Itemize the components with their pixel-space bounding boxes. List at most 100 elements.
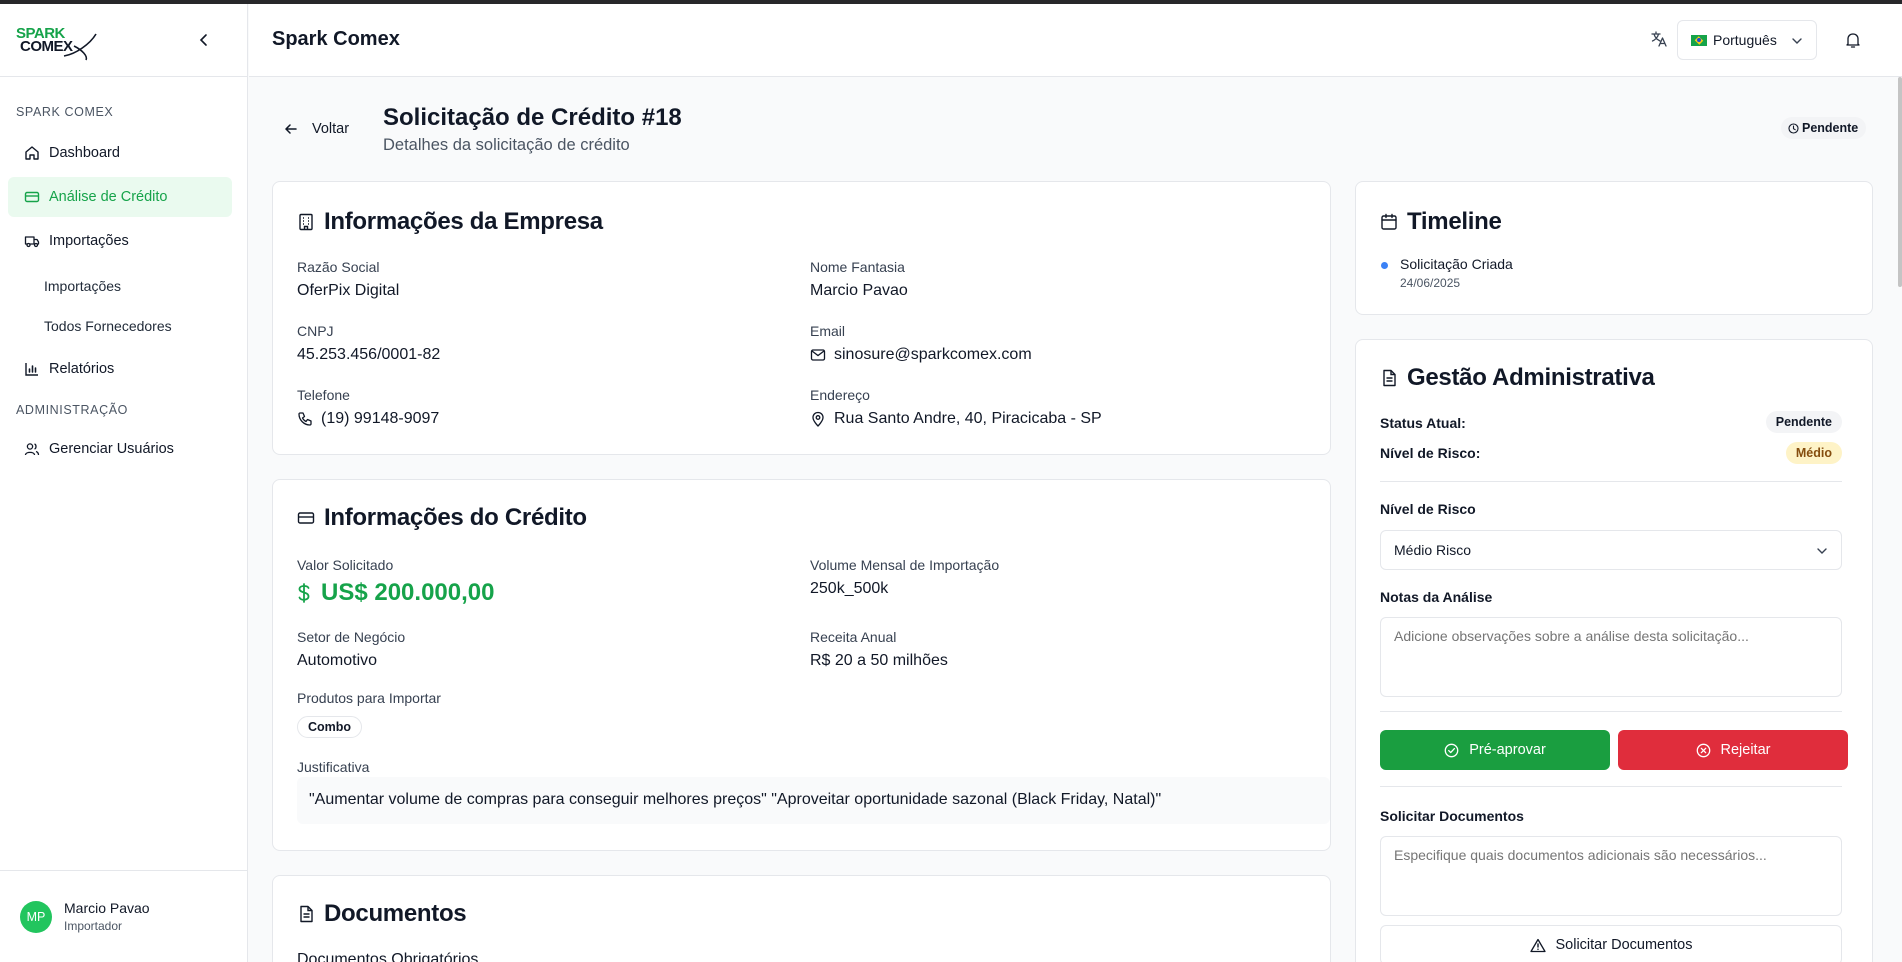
chevron-down-icon — [1817, 548, 1827, 554]
setor-label: Setor de Negócio — [297, 629, 406, 645]
sidebar-item-dashboard[interactable]: Dashboard — [8, 133, 232, 173]
admin-card: Gestão Administrativa Status Atual: Pend… — [1355, 339, 1873, 962]
building-icon — [299, 213, 313, 231]
app-title: Spark Comex — [272, 28, 400, 50]
sidebar-item-label: Importações — [49, 233, 129, 249]
page-title: Solicitação de Crédito #18 — [383, 104, 682, 131]
phone-icon — [298, 412, 312, 426]
sidebar-item-label: Gerenciar Usuários — [49, 441, 174, 457]
translate-icon — [1651, 31, 1667, 47]
request-docs-label: Solicitar Documentos — [1380, 808, 1524, 824]
sidebar-subitem-suppliers[interactable]: Todos Fornecedores — [44, 318, 172, 334]
map-pin-icon — [812, 411, 824, 427]
sidebar-item-label: Análise de Crédito — [49, 189, 168, 205]
clock-icon — [1788, 122, 1799, 134]
timeline-event-date: 24/06/2025 — [1400, 276, 1461, 290]
documents-subtitle: Documentos Obrigatórios — [297, 951, 479, 962]
brazil-flag-icon — [1691, 34, 1707, 46]
volume-mensal-label: Volume Mensal de Importação — [810, 557, 1000, 573]
razao-social-value: OferPix Digital — [297, 282, 400, 299]
sidebar-user-panel[interactable]: MP Marcio Pavao Importador — [0, 870, 247, 962]
risk-level-select[interactable]: Médio Risco — [1380, 530, 1842, 570]
sidebar: SPARK COMEX SPARK COMEX Dashboard Anális… — [0, 4, 248, 962]
current-status-badge: Pendente — [1765, 411, 1842, 433]
credit-card-icon — [297, 512, 315, 524]
credit-card-icon — [24, 189, 40, 205]
arrow-left-icon — [285, 124, 297, 134]
company-info-title: Informações da Empresa — [297, 208, 603, 236]
receita-value: R$ 20 a 50 milhões — [810, 652, 948, 669]
request-docs-button[interactable]: Solicitar Documentos — [1380, 925, 1842, 962]
nome-fantasia-value: Marcio Pavao — [810, 282, 908, 299]
page-scrollbar[interactable] — [1898, 77, 1902, 287]
documents-title: Documentos — [297, 900, 467, 928]
sidebar-subitem-imports[interactable]: Importações — [44, 278, 121, 294]
sidebar-item-reports[interactable]: Relatórios — [8, 349, 232, 389]
sidebar-section-admin: ADMINISTRAÇÃO — [16, 403, 128, 417]
risk-level-label: Nível de Risco: — [1380, 445, 1481, 461]
volume-mensal-value: 250k_500k — [810, 580, 889, 597]
sidebar-item-manage-users[interactable]: Gerenciar Usuários — [8, 429, 232, 469]
credit-info-card: Informações do Crédito Valor Solicitado … — [272, 479, 1331, 851]
check-circle-icon — [1444, 743, 1459, 757]
sidebar-header: SPARK COMEX — [0, 4, 247, 77]
divider — [1380, 711, 1842, 712]
company-info-card: Informações da Empresa Razão Social Ofer… — [272, 181, 1331, 455]
telefone-value: (19) 99148-9097 — [297, 410, 439, 428]
email-value: sinosure@sparkcomex.com — [810, 346, 1032, 364]
file-text-icon — [1383, 369, 1396, 387]
truck-icon — [24, 233, 40, 249]
justificativa-label: Justificativa — [297, 759, 370, 775]
bar-chart-icon — [24, 361, 40, 377]
language-select[interactable]: Português — [1677, 20, 1817, 60]
dollar-sign-icon — [298, 583, 310, 603]
x-circle-icon — [1696, 743, 1710, 757]
back-button[interactable]: Voltar — [284, 116, 349, 142]
divider — [1380, 481, 1842, 482]
calendar-icon — [1381, 213, 1397, 230]
sidebar-item-label: Dashboard — [49, 145, 120, 161]
status-badge: Pendente — [1781, 117, 1867, 139]
users-icon — [24, 441, 40, 457]
spark-comex-logo[interactable]: SPARK COMEX — [16, 26, 98, 62]
telefone-label: Telefone — [297, 387, 350, 403]
language-value: Português — [1713, 32, 1777, 48]
file-text-icon — [300, 905, 313, 923]
notes-label: Notas da Análise — [1380, 589, 1493, 605]
timeline-event-label: Solicitação Criada — [1400, 256, 1513, 272]
sidebar-item-label: Relatórios — [49, 361, 115, 377]
setor-value: Automotivo — [297, 652, 378, 669]
notes-textarea[interactable] — [1380, 617, 1842, 697]
divider — [1380, 786, 1842, 787]
sidebar-item-imports[interactable]: Importações — [8, 221, 232, 261]
valor-solicitado-label: Valor Solicitado — [297, 557, 394, 573]
pre-approve-button[interactable]: Pré-aprovar — [1380, 730, 1610, 770]
product-tag: Combo — [297, 716, 363, 738]
credit-info-title: Informações do Crédito — [297, 504, 587, 532]
risk-select-label: Nível de Risco — [1380, 501, 1476, 517]
nome-fantasia-label: Nome Fantasia — [810, 259, 905, 275]
avatar: MP — [20, 901, 52, 933]
request-docs-textarea[interactable] — [1380, 836, 1842, 916]
cnpj-label: CNPJ — [297, 323, 334, 339]
logo-swoosh-icon — [63, 33, 97, 61]
mail-icon — [810, 349, 826, 361]
produtos-label: Produtos para Importar — [297, 690, 441, 706]
page-subtitle: Detalhes da solicitação de crédito — [383, 136, 630, 154]
cnpj-value: 45.253.456/0001-82 — [297, 346, 441, 363]
user-role: Importador — [64, 919, 123, 933]
endereco-label: Endereço — [810, 387, 870, 403]
home-icon — [24, 145, 40, 161]
reject-button[interactable]: Rejeitar — [1618, 730, 1848, 770]
back-label: Voltar — [312, 121, 350, 137]
collapse-sidebar-icon[interactable] — [194, 30, 214, 50]
risk-level-badge: Médio — [1785, 442, 1842, 464]
chevron-down-icon — [1792, 38, 1802, 44]
receita-label: Receita Anual — [810, 629, 897, 645]
bell-icon[interactable] — [1844, 31, 1862, 49]
razao-social-label: Razão Social — [297, 259, 380, 275]
sidebar-item-credit-analysis[interactable]: Análise de Crédito — [8, 177, 232, 217]
timeline-card: Timeline Solicitação Criada 24/06/2025 — [1355, 181, 1873, 315]
justificativa-value: "Aumentar volume de compras para consegu… — [297, 777, 1330, 824]
admin-title: Gestão Administrativa — [1380, 364, 1655, 392]
